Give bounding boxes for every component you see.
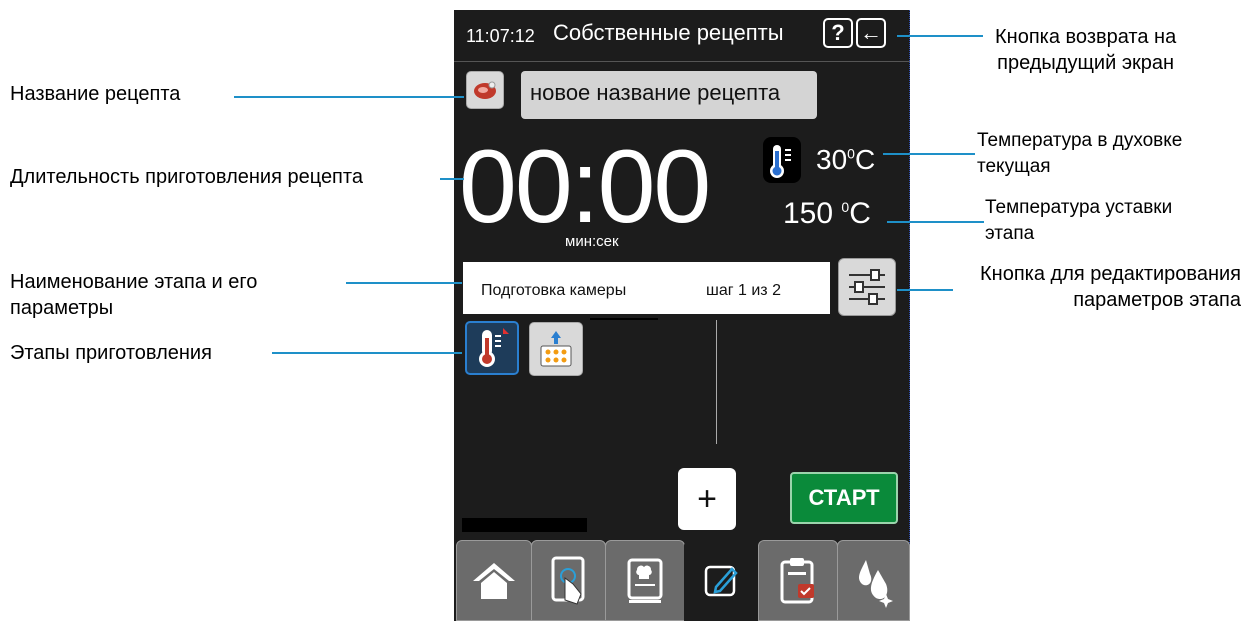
tab-recipes[interactable] bbox=[605, 540, 685, 621]
set-temp-value: 150 bbox=[783, 197, 834, 230]
callout-stage-name-line1: Наименование этапа и его bbox=[10, 271, 258, 293]
stage-name: Подготовка камеры bbox=[481, 282, 627, 299]
stage-step-counter: шаг 1 из 2 bbox=[706, 282, 781, 299]
callout-oven-temp-line2: текущая bbox=[977, 156, 1051, 177]
status-bar bbox=[462, 518, 587, 532]
help-icon: ? bbox=[831, 20, 845, 45]
cleaning-icon bbox=[858, 559, 893, 608]
callout-oven-temp-line1: Температура в духовке bbox=[977, 130, 1183, 151]
meat-icon bbox=[474, 81, 496, 99]
tab-home[interactable] bbox=[456, 540, 532, 621]
set-temp-unit: C bbox=[849, 197, 871, 230]
stage-track-line bbox=[716, 320, 717, 444]
stage-info-box[interactable]: Подготовка камеры шаг 1 из 2 bbox=[463, 262, 830, 314]
callout-line-recipe-name bbox=[234, 96, 464, 98]
duration-unit: мин:сек bbox=[565, 233, 619, 250]
home-icon bbox=[473, 562, 515, 599]
edit-icon bbox=[704, 565, 738, 596]
clock: 11:07:12 bbox=[466, 26, 535, 46]
current-oven-temperature: 300C bbox=[816, 144, 875, 176]
callout-edit-line2: параметров этапа bbox=[1073, 289, 1241, 311]
stage-tray[interactable] bbox=[529, 322, 583, 376]
callout-line-back bbox=[897, 35, 983, 37]
recipe-name-field[interactable]: новое название рецепта bbox=[521, 71, 817, 119]
touch-tablet-icon bbox=[551, 556, 584, 605]
tab-own-recipes[interactable] bbox=[684, 540, 759, 621]
degree-mark: 0 bbox=[847, 145, 855, 162]
callout-line-duration bbox=[440, 178, 464, 180]
sliders-icon bbox=[849, 269, 885, 305]
callout-recipe-name: Название рецепта bbox=[10, 83, 181, 105]
page-title: Собственные рецепты bbox=[553, 20, 784, 45]
callout-line-set-temp bbox=[887, 221, 984, 223]
thermometer-heat-icon bbox=[479, 328, 509, 367]
recipe-image-button[interactable] bbox=[466, 71, 504, 109]
callout-set-temp-line1: Температура уставки bbox=[985, 197, 1173, 218]
tab-cleaning[interactable] bbox=[837, 540, 910, 621]
callout-stage-name-line2: параметры bbox=[10, 297, 114, 319]
callout-edit-line1: Кнопка для редактирования bbox=[980, 263, 1241, 285]
current-temp-value: 30 bbox=[816, 144, 848, 175]
back-button[interactable]: ← bbox=[856, 18, 886, 48]
edit-stage-button[interactable] bbox=[838, 258, 896, 316]
callout-set-temp: Температура уставки этапа bbox=[985, 195, 1172, 247]
recipe-duration: 00:00 bbox=[459, 129, 711, 245]
stage-preheat[interactable] bbox=[465, 321, 519, 375]
callout-line-stages bbox=[272, 352, 462, 354]
back-arrow-icon: ← bbox=[860, 20, 882, 45]
callout-oven-temp: Температура в духовке текущая bbox=[977, 128, 1182, 180]
callout-stages: Этапы приготовления bbox=[10, 342, 212, 364]
callout-back-line2: предыдущий экран bbox=[997, 52, 1175, 74]
callout-duration: Длительность приготовления рецепта bbox=[10, 166, 363, 188]
callout-stage-name: Наименование этапа и его параметры bbox=[10, 269, 257, 321]
help-button[interactable]: ? bbox=[823, 18, 853, 48]
callout-set-temp-line2: этапа bbox=[985, 223, 1035, 244]
tab-manual[interactable] bbox=[531, 540, 606, 621]
tab-reports[interactable] bbox=[758, 540, 838, 621]
cookbook-icon bbox=[627, 558, 663, 603]
stage-setpoint-temperature: 150 0C bbox=[783, 197, 871, 231]
callout-back: Кнопка возврата на предыдущий экран bbox=[995, 24, 1176, 76]
screen-edge-guide bbox=[909, 10, 910, 621]
add-stage-button[interactable]: + bbox=[678, 468, 736, 530]
callout-edit: Кнопка для редактирования параметров эта… bbox=[925, 261, 1241, 313]
current-temp-unit: C bbox=[854, 144, 876, 175]
clipboard-icon bbox=[780, 557, 814, 603]
start-button[interactable]: СТАРТ bbox=[790, 472, 898, 524]
callout-line-stage-name bbox=[346, 282, 462, 284]
tray-load-icon bbox=[540, 331, 572, 367]
header-divider bbox=[454, 61, 910, 62]
stage-divider bbox=[590, 318, 658, 320]
callout-line-oven-temp bbox=[883, 153, 975, 155]
callout-back-line1: Кнопка возврата на bbox=[995, 26, 1177, 48]
oven-thermometer-icon bbox=[763, 137, 801, 183]
